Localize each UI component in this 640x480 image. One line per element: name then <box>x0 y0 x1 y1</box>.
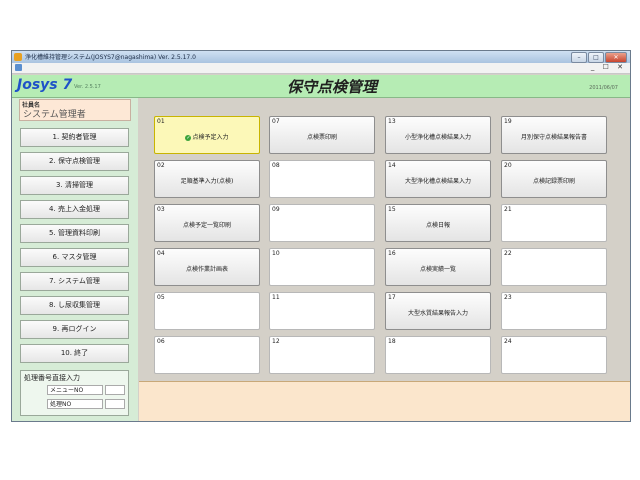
sidebar-item-system[interactable]: 7. システム管理 <box>20 272 129 291</box>
tile-number: 01 <box>157 118 165 125</box>
menu-tile-02[interactable]: 02 足順基準入力(点検) <box>154 160 260 198</box>
menu-tile-23: 23 <box>501 292 607 330</box>
tile-number: 18 <box>388 338 396 345</box>
menu-tile-20[interactable]: 20 点検記録票印刷 <box>501 160 607 198</box>
tile-number: 02 <box>157 162 165 169</box>
menu-tile-03[interactable]: 03 点検予定一覧印刷 <box>154 204 260 242</box>
sidebar-item-maintenance[interactable]: 2. 保守点検管理 <box>20 152 129 171</box>
menu-tile-22: 22 <box>501 248 607 286</box>
menu-tile-21: 21 <box>501 204 607 242</box>
tile-number: 20 <box>504 162 512 169</box>
app-window: 浄化槽維持管理システム(JOSYS7@nagashima) Ver. 2.5.1… <box>11 50 631 422</box>
title-bar[interactable]: 浄化槽維持管理システム(JOSYS7@nagashima) Ver. 2.5.1… <box>12 51 630 63</box>
tile-label: 月別保守点検結果報告書 <box>520 134 587 141</box>
close-button[interactable]: ✕ <box>605 52 627 63</box>
tile-label: 点検予定一覧印刷 <box>182 222 231 229</box>
page-title: 保守点検管理 <box>287 78 378 96</box>
tile-number: 24 <box>504 338 512 345</box>
tile-label: 点検日報 <box>425 222 450 229</box>
window-controls: – □ ✕ <box>571 52 627 63</box>
menu-tile-07[interactable]: 07 点検票印刷 <box>269 116 375 154</box>
menu-tile-24: 24 <box>501 336 607 374</box>
mdi-controls[interactable]: _ ☐ ✕ <box>591 63 626 71</box>
process-no-label: 処理NO <box>47 399 103 409</box>
menu-tile-06: 06 <box>154 336 260 374</box>
tile-number: 06 <box>157 338 165 345</box>
window-title: 浄化槽維持管理システム(JOSYS7@nagashima) Ver. 2.5.1… <box>25 54 196 61</box>
menu-tile-04[interactable]: 04 点検作業計画表 <box>154 248 260 286</box>
tile-number: 12 <box>272 338 280 345</box>
menu-tile-17[interactable]: 17 大型水質結果報告入力 <box>385 292 491 330</box>
menu-no-label: メニューNO <box>47 385 103 395</box>
tile-number: 05 <box>157 294 165 301</box>
sidebar-item-exit[interactable]: 10. 終了 <box>20 344 129 363</box>
tile-label-text: 点検予定入力 <box>192 134 229 141</box>
direct-input-title: 処理番号直接入力 <box>24 374 80 382</box>
sidebar-item-sales[interactable]: 4. 売上入金処理 <box>20 200 129 219</box>
logo-area: Josys 7 Ver. 2.5.17 <box>12 75 138 97</box>
user-name: システム管理者 <box>23 110 86 120</box>
menu-tile-11: 11 <box>269 292 375 330</box>
tile-number: 19 <box>504 118 512 125</box>
menu-tile-12: 12 <box>269 336 375 374</box>
tile-number: 13 <box>388 118 396 125</box>
check-icon: ✓ <box>185 134 192 141</box>
direct-input-panel: 処理番号直接入力 メニューNO 処理NO <box>20 370 129 416</box>
sidebar-item-relogin[interactable]: 9. 再ログイン <box>20 320 129 339</box>
menu-tile-09: 09 <box>269 204 375 242</box>
tile-number: 07 <box>272 118 280 125</box>
sidebar-item-contracts[interactable]: 1. 契約者管理 <box>20 128 129 147</box>
menu-tile-19[interactable]: 19 月別保守点検結果報告書 <box>501 116 607 154</box>
app-version: Ver. 2.5.17 <box>74 84 101 90</box>
tile-number: 03 <box>157 206 165 213</box>
minimize-button[interactable]: – <box>571 52 587 63</box>
sidebar-item-collection[interactable]: 8. し尿収集管理 <box>20 296 129 315</box>
sidebar-item-reports[interactable]: 5. 管理資料印刷 <box>20 224 129 243</box>
menu-tile-10: 10 <box>269 248 375 286</box>
app-icon <box>14 53 22 61</box>
tile-number: 09 <box>272 206 280 213</box>
app-logo: Josys 7 <box>17 77 73 93</box>
tile-number: 21 <box>504 206 512 213</box>
tile-label: 大型水質結果報告入力 <box>407 310 468 317</box>
tile-label: 点検記録票印刷 <box>532 178 575 185</box>
tile-label: ✓ 点検予定入力 <box>155 132 259 141</box>
current-date: 2011/06/07 <box>589 85 618 91</box>
menu-tile-15[interactable]: 15 点検日報 <box>385 204 491 242</box>
tile-number: 17 <box>388 294 396 301</box>
tile-number: 22 <box>504 250 512 257</box>
menu-tile-08: 08 <box>269 160 375 198</box>
tile-number: 11 <box>272 294 280 301</box>
menu-no-input[interactable] <box>105 385 125 395</box>
user-box: 社員名 システム管理者 <box>19 99 131 121</box>
tile-number: 08 <box>272 162 280 169</box>
tile-number: 10 <box>272 250 280 257</box>
menu-tile-13[interactable]: 13 小型浄化槽点検結果入力 <box>385 116 491 154</box>
sidebar-item-master[interactable]: 6. マスタ管理 <box>20 248 129 267</box>
tile-label: 足順基準入力(点検) <box>180 178 234 185</box>
menu-bar: _ ☐ ✕ <box>12 63 630 74</box>
tile-number: 04 <box>157 250 165 257</box>
tile-label: 点検作業計画表 <box>185 266 228 273</box>
tile-label: 大型浄化槽点検結果入力 <box>404 178 471 185</box>
menu-tile-05: 05 <box>154 292 260 330</box>
tile-number: 23 <box>504 294 512 301</box>
menu-grid: 01 ✓ 点検予定入力 02 足順基準入力(点検) 03 点検予定一覧印刷 04 … <box>139 98 630 379</box>
process-no-input[interactable] <box>105 399 125 409</box>
message-area <box>139 381 630 421</box>
menu-tile-14[interactable]: 14 大型浄化槽点検結果入力 <box>385 160 491 198</box>
menu-tile-16[interactable]: 16 点検実績一覧 <box>385 248 491 286</box>
sidebar-item-cleaning[interactable]: 3. 清掃管理 <box>20 176 129 195</box>
tile-label: 点検実績一覧 <box>419 266 456 273</box>
tile-label: 点検票印刷 <box>306 134 337 141</box>
tile-number: 15 <box>388 206 396 213</box>
tile-label: 小型浄化槽点検結果入力 <box>404 134 471 141</box>
document-icon[interactable] <box>15 64 22 71</box>
menu-tile-01[interactable]: 01 ✓ 点検予定入力 <box>154 116 260 154</box>
tile-number: 16 <box>388 250 396 257</box>
maximize-button[interactable]: □ <box>588 52 604 63</box>
tile-number: 14 <box>388 162 396 169</box>
menu-tile-18: 18 <box>385 336 491 374</box>
